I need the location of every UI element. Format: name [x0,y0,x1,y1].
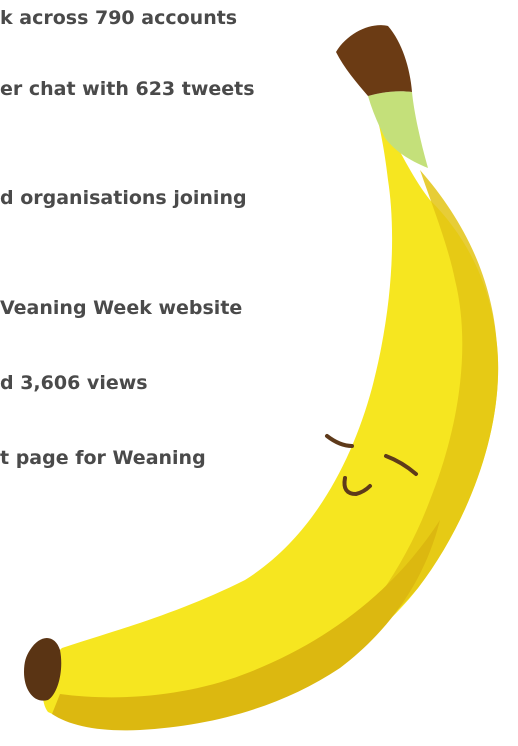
banana-stem-tip [336,25,412,97]
banana-left-eye [325,434,354,448]
banana-character-icon [24,25,499,731]
